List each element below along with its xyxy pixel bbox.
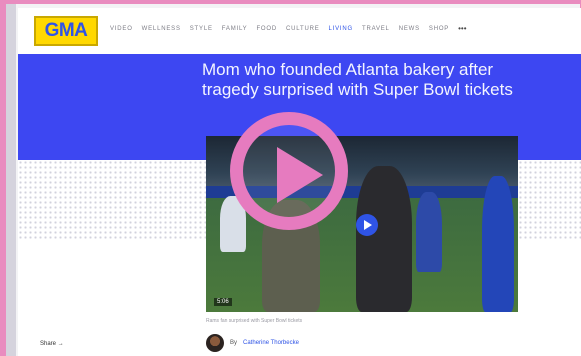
nav-item-news[interactable]: NEWS: [399, 26, 420, 32]
play-triangle-icon: [277, 147, 323, 203]
author-avatar: [206, 334, 224, 352]
video-cheerleader-mid: [416, 192, 442, 272]
nav-item-video[interactable]: VIDEO: [110, 26, 133, 32]
more-icon[interactable]: •••: [458, 25, 466, 33]
video-play-icon[interactable]: [356, 214, 378, 236]
play-overlay-icon[interactable]: [230, 112, 348, 230]
nav-item-shop[interactable]: SHOP: [429, 26, 449, 32]
nav-item-wellness[interactable]: WELLNESS: [142, 26, 181, 32]
share-icon: →: [57, 341, 64, 347]
nav-item-food[interactable]: FOOD: [256, 26, 277, 32]
nav-item-living[interactable]: LIVING: [329, 26, 353, 32]
video-person-suit: [356, 166, 412, 312]
gma-logo[interactable]: GMA: [34, 16, 98, 46]
nav-item-travel[interactable]: TRAVEL: [362, 26, 390, 32]
nav-item-culture[interactable]: CULTURE: [286, 26, 320, 32]
nav-item-style[interactable]: STYLE: [190, 26, 213, 32]
top-navigation: GMA VIDEO WELLNESS STYLE FAMILY FOOD CUL…: [18, 8, 581, 55]
byline-prefix: By: [230, 340, 238, 346]
byline: By Catherine Thorbecke: [206, 334, 299, 352]
video-duration: 5:06: [214, 298, 232, 306]
share-button[interactable]: Share →: [40, 341, 64, 347]
nav-item-family[interactable]: FAMILY: [222, 26, 248, 32]
author-name-link[interactable]: Catherine Thorbecke: [243, 340, 299, 346]
video-caption: Rams fan surprised with Super Bowl ticke…: [206, 318, 303, 324]
video-cheerleader-right: [482, 176, 514, 312]
share-label: Share: [40, 341, 57, 347]
nav-links: VIDEO WELLNESS STYLE FAMILY FOOD CULTURE…: [110, 25, 467, 33]
article-headline: Mom who founded Atlanta bakery after tra…: [202, 60, 513, 99]
